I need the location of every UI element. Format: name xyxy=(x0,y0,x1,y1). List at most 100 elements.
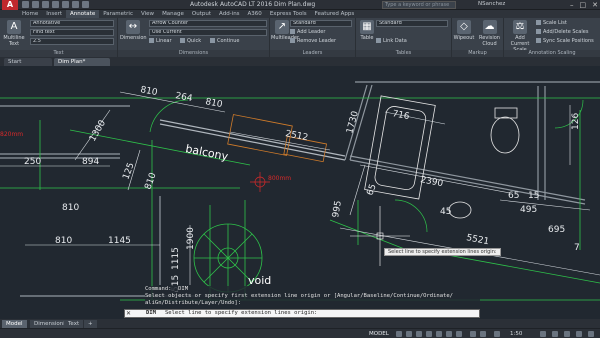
panel-title-annotation-scaling[interactable]: Annotation Scaling xyxy=(504,50,600,57)
command-input[interactable]: Select line to specify extension lines o… xyxy=(165,310,317,317)
osnap-icon[interactable] xyxy=(436,331,442,337)
save-as-icon[interactable] xyxy=(52,1,59,8)
layout-tab-text[interactable]: Text xyxy=(64,320,84,328)
doc-tab-start[interactable]: Start xyxy=(4,58,52,66)
model-space-button[interactable]: MODEL xyxy=(369,331,389,337)
link-data-button[interactable]: Link Data xyxy=(376,38,407,45)
dimension-button[interactable]: ↔ Dimension xyxy=(120,20,147,41)
tab-manage[interactable]: Manage xyxy=(158,10,188,18)
customize-icon[interactable] xyxy=(588,331,594,337)
linear-button[interactable]: Linear xyxy=(149,38,172,45)
add-layout-button[interactable]: + xyxy=(84,320,97,328)
otrack-icon[interactable] xyxy=(446,331,452,337)
level-label: 820mm xyxy=(0,131,23,138)
tab-annotate[interactable]: Annotate xyxy=(66,10,100,18)
revision-cloud-button[interactable]: ☁ Revision Cloud xyxy=(477,20,502,47)
redo-icon[interactable] xyxy=(82,1,89,8)
panel-title-dimensions[interactable]: Dimensions xyxy=(118,50,269,57)
polar-icon[interactable] xyxy=(426,331,432,337)
drawing-svg[interactable]: 810 264 810 2512 1730 716 126 1300 250 8… xyxy=(0,66,600,303)
lineweight-icon[interactable] xyxy=(456,331,462,337)
minimize-icon[interactable]: – xyxy=(570,0,574,10)
close-icon[interactable]: ✕ xyxy=(126,310,131,317)
doc-tab-dim-plan[interactable]: Dim Plan* xyxy=(54,58,110,66)
fullscreen-icon[interactable] xyxy=(576,331,582,337)
open-icon[interactable] xyxy=(32,1,39,8)
panel-markup: ◇ Wipeout ☁ Revision Cloud Markup xyxy=(452,18,504,57)
status-bar: MODEL 1:50 xyxy=(0,328,600,338)
add-leader-button[interactable]: Add Leader xyxy=(290,29,325,36)
new-icon[interactable] xyxy=(22,1,29,8)
bathroom-fixtures xyxy=(364,95,520,219)
table-button[interactable]: ▦ Table xyxy=(358,20,376,41)
panel-title-text[interactable]: Text xyxy=(0,50,117,57)
close-icon[interactable]: ✕ xyxy=(592,0,598,10)
gear-icon[interactable] xyxy=(540,331,546,337)
linear-icon xyxy=(149,38,154,43)
tab-home[interactable]: Home xyxy=(18,10,42,18)
save-icon[interactable] xyxy=(42,1,49,8)
command-prompt: DIM xyxy=(146,310,156,316)
continue-button[interactable]: Continue xyxy=(210,38,239,45)
isolate-icon[interactable] xyxy=(564,331,570,337)
annotation-scale[interactable]: 1:50 xyxy=(510,331,522,337)
quick-button[interactable]: Quick xyxy=(180,38,201,45)
plus-icon[interactable] xyxy=(552,331,558,337)
app-menu-button[interactable]: A xyxy=(2,0,18,10)
text-style-select[interactable]: Annotative xyxy=(30,20,114,27)
undo-icon[interactable] xyxy=(72,1,79,8)
add-leader-icon xyxy=(290,29,295,34)
search-input[interactable]: Type a keyword or phrase xyxy=(382,1,456,9)
tab-output[interactable]: Output xyxy=(188,10,215,18)
auto-scale-icon[interactable] xyxy=(480,331,486,337)
leader-style-select[interactable]: Standard xyxy=(290,20,352,27)
dim-text: 894 xyxy=(82,157,99,167)
snap-icon[interactable] xyxy=(406,331,412,337)
maximize-icon[interactable]: □ xyxy=(580,0,587,10)
annotation-visibility-icon[interactable] xyxy=(470,331,476,337)
table-style-select[interactable]: Standard xyxy=(376,20,448,27)
panel-title-leaders[interactable]: Leaders xyxy=(270,50,355,57)
title-bar: A Autodesk AutoCAD LT 2016 Dim Plan.dwg … xyxy=(0,0,600,10)
workspace-icon[interactable] xyxy=(494,331,500,337)
tab-a360[interactable]: A360 xyxy=(244,10,266,18)
wipeout-button[interactable]: ◇ Wipeout xyxy=(453,20,475,41)
sync-icon xyxy=(536,38,541,43)
tab-view[interactable]: View xyxy=(137,10,158,18)
layout-tab-model[interactable]: Model xyxy=(2,320,27,328)
command-history-line: Select objects or specify first extensio… xyxy=(145,293,453,299)
sync-scale-positions-button[interactable]: Sync Scale Positions xyxy=(536,38,594,45)
room-label-balcony: balcony xyxy=(184,142,229,163)
add-current-scale-button[interactable]: ⚖ Add Current Scale xyxy=(506,20,534,53)
panel-title-markup[interactable]: Markup xyxy=(452,50,503,57)
dim-text: 45 xyxy=(440,207,451,217)
tab-add-ins[interactable]: Add-ins xyxy=(215,10,244,18)
dim-style-select[interactable]: Arrow Counter xyxy=(149,20,267,27)
dim-layer-select[interactable]: Use Current xyxy=(149,29,267,36)
scale-list-button[interactable]: Scale List xyxy=(536,20,567,27)
panel-tables: ▦ Table Standard Link Data Tables xyxy=(356,18,452,57)
dimension-texts: 810 264 810 2512 1730 716 126 1300 250 8… xyxy=(24,85,581,292)
walls xyxy=(0,81,600,297)
tab-featured-apps[interactable]: Featured Apps xyxy=(311,10,359,18)
remove-leader-button[interactable]: Remove Leader xyxy=(290,38,336,45)
text-height-select[interactable]: 2.5 xyxy=(30,38,114,45)
ortho-icon[interactable] xyxy=(416,331,422,337)
user-account[interactable]: NSanchez xyxy=(478,1,505,7)
find-text-input[interactable]: Find text xyxy=(30,29,114,36)
dim-text: 716 xyxy=(391,109,410,122)
remove-leader-icon xyxy=(290,38,295,43)
tab-parametric[interactable]: Parametric xyxy=(99,10,137,18)
tab-insert[interactable]: Insert xyxy=(42,10,66,18)
scale-list-icon xyxy=(536,20,541,25)
tab-express-tools[interactable]: Express Tools xyxy=(266,10,311,18)
print-icon[interactable] xyxy=(62,1,69,8)
add-delete-scales-button[interactable]: Add/Delete Scales xyxy=(536,29,588,36)
drawing-canvas[interactable]: 810 264 810 2512 1730 716 126 1300 250 8… xyxy=(0,66,600,303)
dim-text: 695 xyxy=(548,225,565,235)
panel-title-tables[interactable]: Tables xyxy=(356,50,451,57)
dim-text: 495 xyxy=(520,205,537,215)
dim-text: 1900 xyxy=(186,227,196,250)
grid-icon[interactable] xyxy=(396,331,402,337)
multiline-text-button[interactable]: A Multiline Text xyxy=(2,20,26,47)
